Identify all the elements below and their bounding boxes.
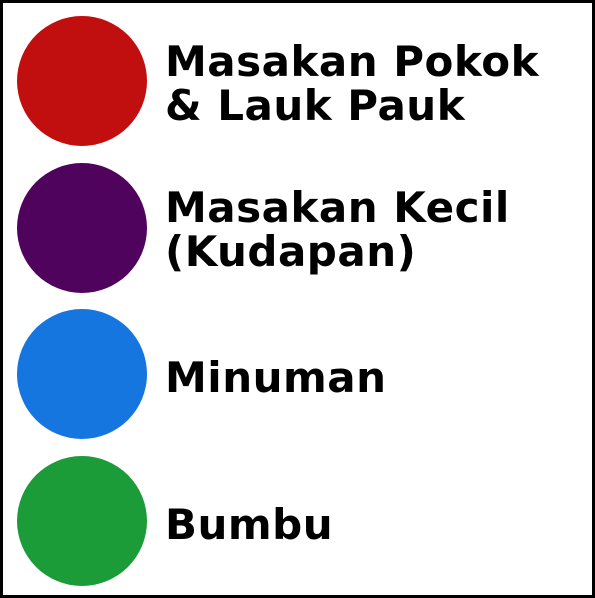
legend-label-masakan-pokok: Masakan Pokok & Lauk Pauk <box>165 40 585 128</box>
red-circle-swatch <box>17 16 147 146</box>
legend-label-masakan-kecil: Masakan Kecil (Kudapan) <box>165 186 585 274</box>
purple-circle-swatch <box>17 163 147 293</box>
blue-circle-swatch <box>17 309 147 439</box>
legend-label-line: & Lauk Pauk <box>165 81 466 130</box>
legend-label-line: Bumbu <box>165 500 334 549</box>
legend-label-bumbu: Bumbu <box>165 503 585 547</box>
legend-label-line: Masakan Pokok <box>165 37 539 86</box>
legend-label-minuman: Minuman <box>165 356 585 400</box>
legend-label-line: (Kudapan) <box>165 227 417 276</box>
category-legend: Masakan Pokok & Lauk Pauk Masakan Kecil … <box>0 0 595 598</box>
green-circle-swatch <box>17 456 147 586</box>
legend-label-line: Masakan Kecil <box>165 183 510 232</box>
legend-label-line: Minuman <box>165 353 387 402</box>
